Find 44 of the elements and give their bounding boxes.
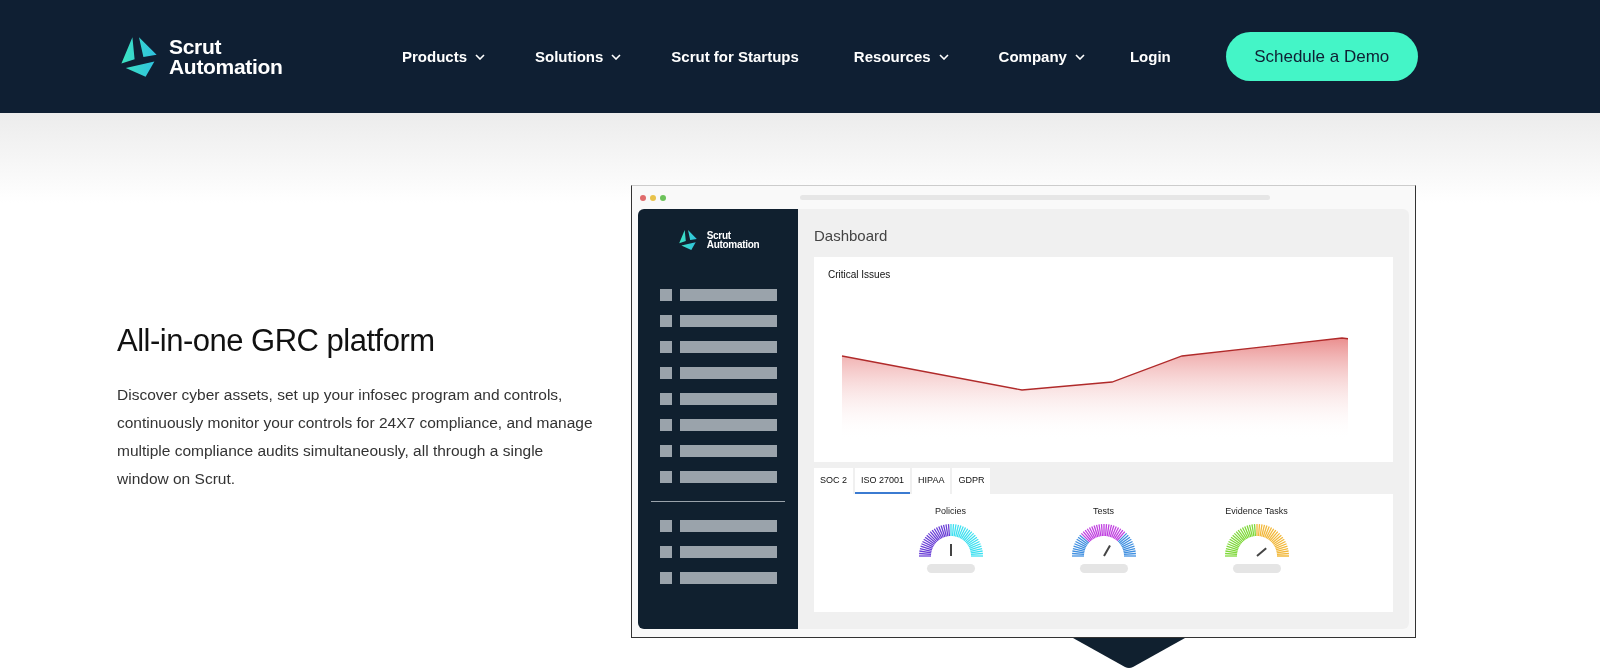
placeholder-bar — [926, 564, 975, 573]
hero-heading: All-in-one GRC platform — [117, 323, 436, 359]
dashboard-title: Dashboard — [814, 227, 889, 244]
placeholder-icon — [659, 572, 672, 584]
placeholder-bar — [1232, 564, 1281, 573]
logo-text: Scrut Automation — [706, 230, 760, 250]
placeholder-icon — [659, 546, 672, 558]
placeholder-icon — [659, 289, 672, 301]
framework-tab[interactable]: ISO 27001 — [855, 468, 911, 494]
placeholder-icon — [659, 393, 672, 405]
placeholder-icon — [659, 367, 672, 379]
gauge-label: Evidence Tasks — [1225, 506, 1288, 516]
placeholder-bar — [1079, 564, 1128, 573]
gauge-drawing — [916, 522, 985, 558]
nav-link[interactable]: Scrut for Startups — [671, 48, 799, 65]
placeholder-icon — [659, 419, 672, 431]
placeholder-icon — [659, 341, 672, 353]
chevron-down-icon — [475, 53, 485, 60]
chevron-down-icon — [1074, 53, 1085, 60]
placeholder-icon — [659, 315, 672, 327]
hero-description: Discover cyber assets, set up your infosec program and controls, continuously monitor your controls for 24X7 compliance, and manage multiple compliance audits simultaneously, all through a single window on Scrut. — [117, 385, 594, 489]
framework-tab[interactable]: GDPR — [952, 468, 991, 494]
chevron-down-icon — [611, 53, 622, 60]
placeholder-icon — [659, 471, 672, 483]
chevron-down-icon — [938, 53, 949, 60]
framework-tab[interactable]: SOC 2 — [814, 468, 853, 494]
gauge-drawing — [1069, 522, 1138, 558]
schedule-demo-button[interactable]: Schedule a Demo — [1225, 32, 1418, 81]
gauge-label: Policies — [935, 506, 966, 516]
window-dot-icon — [650, 194, 656, 201]
window-dot-icon — [660, 194, 666, 201]
placeholder-icon — [659, 520, 672, 532]
nav-link[interactable]: Solutions — [535, 48, 622, 65]
nav-link[interactable]: Products — [402, 48, 485, 65]
gauge-drawing — [1222, 522, 1291, 558]
nav-link[interactable]: Resources — [853, 48, 949, 65]
logo-text: Scrut Automation — [169, 36, 283, 77]
framework-tab[interactable]: HIPAA — [912, 468, 951, 494]
gauge-label: Tests — [1093, 506, 1114, 516]
placeholder-icon — [659, 445, 672, 457]
nav-link[interactable]: Login — [1129, 48, 1171, 65]
chart-title: Critical Issues — [828, 269, 892, 280]
nav-link[interactable]: Company — [998, 48, 1085, 65]
window-dot-icon — [640, 194, 646, 201]
